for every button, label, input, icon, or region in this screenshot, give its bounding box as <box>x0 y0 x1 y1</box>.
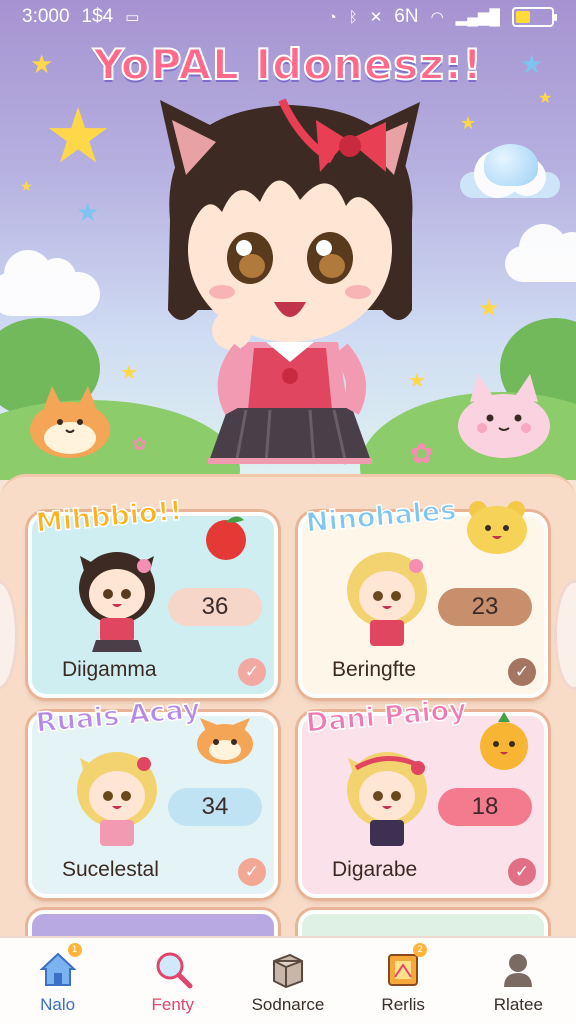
battery-icon <box>512 7 557 27</box>
character-card[interactable]: Mihbbio!! 36 Diigamma ✓ <box>28 495 278 698</box>
search-icon <box>151 947 195 991</box>
star-icon: ★ <box>20 179 33 195</box>
character-avatar <box>347 752 427 846</box>
check-icon[interactable]: ✓ <box>238 858 266 886</box>
score-badge: 34 <box>168 788 262 826</box>
cat-mascot <box>458 374 550 458</box>
nav-box[interactable]: Sodnarce <box>233 947 343 1015</box>
star-icon: ★ <box>538 88 553 107</box>
character-name: Sucelestal <box>62 858 159 881</box>
status-bar: 3:000 1$4 ▭ ◔ ᛒ ✕ 6N ◠ ▂▄▆█ <box>0 0 576 34</box>
nav-label: Rerlis <box>381 995 425 1014</box>
main-character-illustration <box>160 98 420 465</box>
nav-badge: 2 <box>413 943 428 957</box>
character-avatar <box>347 552 427 646</box>
nav-label: Nalo <box>40 995 76 1014</box>
nav-badge: 1 <box>67 943 82 957</box>
signal-icon: ▂▄▆█ <box>455 9 500 26</box>
character-card[interactable]: Ninohales 23 Beringfte ✓ <box>298 494 548 698</box>
nav-puzzle[interactable]: 2 Rerlis <box>348 943 458 1015</box>
bottom-nav: 1 Nalo Fenty Sodnarce 2 Rerlis Rlatee <box>0 936 576 1024</box>
status-time: 3:000 <box>22 6 70 27</box>
star-icon: ★ <box>460 113 477 134</box>
nav-label: Sodnarce <box>251 995 325 1014</box>
star-icon: ★ <box>120 360 138 384</box>
wifi-icon: ◠ <box>430 9 444 26</box>
balloon-decoration <box>484 144 538 186</box>
fox-mascot <box>197 718 253 764</box>
character-name: Diigamma <box>62 658 157 681</box>
nav-home[interactable]: 1 Nalo <box>3 943 113 1015</box>
nav-label: Rlatee <box>493 995 543 1014</box>
score-badge: 36 <box>168 588 262 626</box>
puzzle-icon: 2 <box>381 943 428 991</box>
character-avatar <box>77 752 157 846</box>
star-icon: ★ <box>478 294 500 322</box>
character-card[interactable]: Dani Paioy 18 Digarabe ✓ <box>298 693 548 898</box>
character-name: Beringfte <box>332 658 417 681</box>
check-icon[interactable]: ✓ <box>238 658 266 686</box>
star-icon: ★ <box>76 198 100 228</box>
character-card[interactable]: Ruais Acay 34 Sucelestal ✓ <box>28 693 278 898</box>
app-title: YoPAL Idonesz:! <box>92 39 483 90</box>
hamster-mascot <box>30 386 110 458</box>
check-icon[interactable]: ✓ <box>508 858 536 886</box>
nav-label: Fenty <box>151 995 195 1014</box>
flower-icon: ✿ <box>132 434 148 455</box>
character-name: Digarabe <box>332 858 418 881</box>
cloud-decoration <box>0 250 100 316</box>
character-avatar <box>79 552 155 652</box>
check-icon[interactable]: ✓ <box>508 658 536 686</box>
cloud-decoration <box>505 224 576 282</box>
fruit-mascot <box>480 712 528 770</box>
nav-search[interactable]: Fenty <box>118 947 228 1015</box>
bear-mascot <box>467 501 527 554</box>
score-badge: 18 <box>438 788 532 826</box>
nav-profile[interactable]: Rlatee <box>463 947 573 1015</box>
bluetooth-icon: ᛒ <box>348 8 358 26</box>
star-icon: ★ <box>44 91 113 180</box>
home-icon: 1 <box>36 943 82 991</box>
alarm-icon: ◔ <box>327 8 337 26</box>
mute-icon: ✕ <box>369 9 383 26</box>
score-badge: 23 <box>438 588 532 626</box>
profile-icon <box>496 947 540 991</box>
box-icon <box>266 947 310 991</box>
network-label: 6N <box>394 6 419 27</box>
apple-icon <box>206 516 246 560</box>
status-indicator: 1$4 <box>81 6 114 27</box>
image-icon: ▭ <box>125 9 140 26</box>
